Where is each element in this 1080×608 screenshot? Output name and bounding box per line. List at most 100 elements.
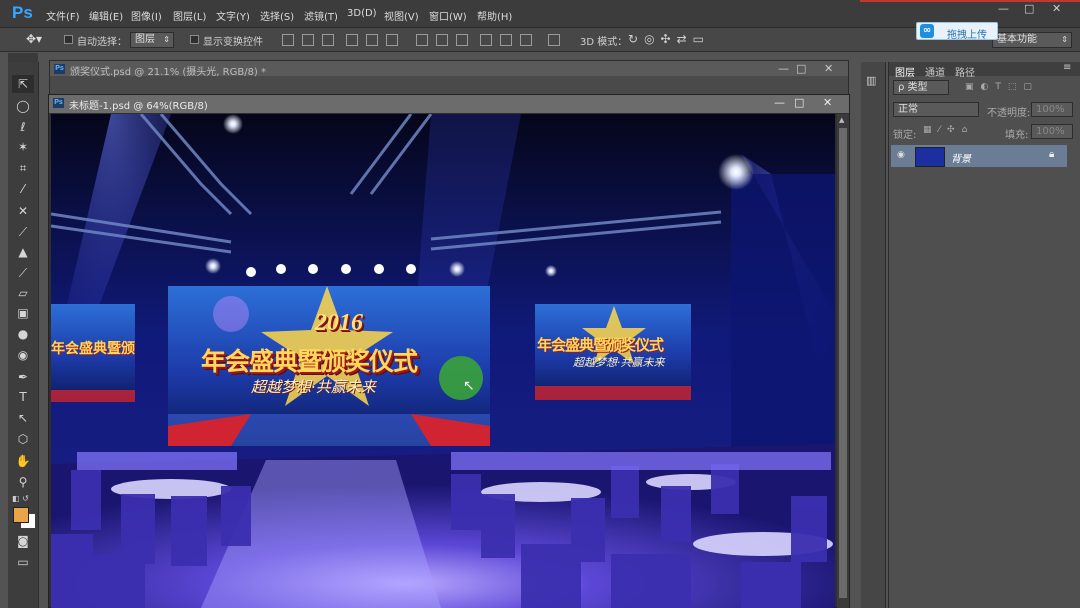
scrollbar-thumb[interactable] [839,128,847,598]
3d-rotate-icon[interactable]: ↻ [628,32,644,46]
menu-edit[interactable]: 编辑(E) [89,8,123,23]
path-selection-tool-icon[interactable]: ↖ [12,409,34,427]
align-right-icon[interactable] [386,34,398,46]
zoom-tool-icon[interactable]: ⚲ [12,473,34,491]
opacity-field[interactable]: 100% [1031,102,1073,117]
menu-view[interactable]: 视图(V) [384,8,419,23]
menu-layer[interactable]: 图层(L) [173,8,206,23]
doc1-minimize-button[interactable]: — [778,62,789,75]
photoshop-logo: Ps [12,3,33,22]
pen-tool-icon[interactable]: ✒ [12,368,34,386]
lock-all-icon[interactable]: ⌂ [962,125,975,135]
align-left-icon[interactable] [346,34,358,46]
app-minimize-button[interactable]: — [998,2,1009,15]
move-tool-icon[interactable]: ⇱ [12,75,34,93]
lasso-tool-icon[interactable]: ℓ [12,118,34,136]
hand-tool-icon[interactable]: ✋ [12,452,34,470]
auto-select-target-dropdown[interactable]: 图层 ⇕ [130,32,174,48]
canvas-stage-image[interactable]: 2016 年会盛典暨颁奖仪式 超越梦想·共赢未来 年会盛典暨颁奖仪式 年会盛典暨… [51,114,835,608]
brush-tool-icon[interactable]: ⟋ [12,223,34,241]
document-tab-bar[interactable]: Ps 颁奖仪式.psd @ 21.1% (摄头光, RGB/8) * — □ ✕ [50,61,848,78]
show-transform-checkbox[interactable] [190,35,199,44]
lock-position-icon[interactable]: ✣ [947,125,962,135]
menu-window[interactable]: 窗口(W) [429,8,467,23]
auto-select-checkbox[interactable] [64,35,73,44]
auto-align-icon[interactable] [548,34,560,46]
marquee-tool-icon[interactable]: ◯ [12,97,34,115]
gradient-tool-icon[interactable]: ▣ [12,304,34,322]
align-vcenter-icon[interactable] [302,34,314,46]
history-brush-tool-icon[interactable]: ⟋ [12,264,34,282]
menu-filter[interactable]: 滤镜(T) [304,8,338,23]
align-bottom-icon[interactable] [322,34,334,46]
distribute-right-icon[interactable] [520,34,532,46]
default-colors-icon[interactable]: ◧ ↺ [12,494,29,503]
lock-transparent-icon[interactable]: ▦ [923,125,939,135]
3d-scale-icon[interactable]: ▭ [693,32,710,46]
crop-tool-icon[interactable]: ⌗ [12,159,34,177]
align-hcenter-icon[interactable] [366,34,378,46]
doc1-maximize-button[interactable]: □ [796,62,806,75]
tab-paths[interactable]: 路径 [955,64,975,79]
shape-tool-icon[interactable]: ⬡ [12,430,34,448]
document-tab-bar[interactable]: Ps 未标题-1.psd @ 64%(RGB/8) — □ ✕ [49,95,849,113]
menu-3d[interactable]: 3D(D) [347,8,377,19]
vertical-scrollbar[interactable]: ▲ [837,114,849,608]
layer-filter-label: ρ 类型 [898,82,928,93]
app-maximize-button[interactable]: □ [1024,2,1034,15]
app-close-button[interactable]: ✕ [1052,2,1061,15]
filter-shape-icon[interactable]: ⬚ [1008,82,1024,92]
eraser-tool-icon[interactable]: ▱ [12,284,34,302]
distribute-vcenter-icon[interactable] [436,34,448,46]
healing-brush-tool-icon[interactable]: ✕ [12,202,34,220]
distribute-top-icon[interactable] [416,34,428,46]
filter-adjustment-icon[interactable]: ◐ [981,82,996,92]
dodge-tool-icon[interactable]: ◉ [12,346,34,364]
type-tool-icon[interactable]: T [12,388,34,406]
scroll-up-icon[interactable]: ▲ [839,116,844,124]
magic-wand-tool-icon[interactable]: ✶ [12,138,34,156]
toolbar-collapse-handle[interactable] [8,53,38,62]
doc2-minimize-button[interactable]: — [774,96,785,109]
menu-select[interactable]: 选择(S) [260,8,294,23]
dropdown-arrows-icon: ⇕ [163,35,170,44]
distribute-left-icon[interactable] [480,34,492,46]
3d-slide-icon[interactable]: ⇄ [677,32,693,46]
fill-field[interactable]: 100% [1031,124,1073,139]
layer-visibility-eye-icon[interactable]: ◉ [897,150,905,160]
blur-tool-icon[interactable]: ● [12,325,34,343]
distribute-bottom-icon[interactable] [456,34,468,46]
foreground-color-swatch[interactable] [13,507,29,523]
menu-image[interactable]: 图像(I) [131,8,162,23]
filter-pixel-icon[interactable]: ▣ [965,82,981,92]
quick-mask-icon[interactable]: ◙ [12,532,34,550]
doc1-close-button[interactable]: ✕ [824,62,833,75]
menu-type[interactable]: 文字(Y) [216,8,250,23]
doc2-close-button[interactable]: ✕ [823,96,832,109]
tab-layers[interactable]: 图层 [895,64,915,79]
layer-filter-dropdown[interactable]: ρ 类型 [893,80,949,95]
align-top-icon[interactable] [282,34,294,46]
distribute-hcenter-icon[interactable] [500,34,512,46]
workspace-dropdown-arrow-icon: ⇕ [1061,35,1068,44]
drag-upload-button[interactable]: ∞ 拖拽上传 [916,22,998,41]
3d-roll-icon[interactable]: ◎ [644,32,660,46]
tab-channels[interactable]: 通道 [925,64,945,79]
lock-image-icon[interactable]: ⁄ [939,125,948,135]
blend-mode-dropdown[interactable]: 正常 [893,102,979,117]
screen-mode-icon[interactable]: ▭ [12,553,34,571]
layer-row-background[interactable]: ◉ 背景 🔒︎ [891,145,1067,167]
workspace-dropdown[interactable]: 基本功能 ⇕ [992,32,1072,48]
doc2-maximize-button[interactable]: □ [794,96,804,109]
filter-smart-icon[interactable]: ▢ [1023,82,1039,92]
eyedropper-tool-icon[interactable]: ⁄ [12,180,34,198]
clone-stamp-tool-icon[interactable]: ▲ [12,243,34,261]
filter-type-icon[interactable]: T [995,82,1008,92]
panel-menu-icon[interactable]: ≡ [1063,62,1071,73]
3d-drag-icon[interactable]: ✣ [661,32,677,46]
move-tool-preset-icon[interactable]: ✥▾ [26,32,42,46]
auto-select-target-value: 图层 [135,34,155,45]
menu-help[interactable]: 帮助(H) [477,8,512,23]
history-panel-icon[interactable]: ▥ [866,74,880,88]
menu-file[interactable]: 文件(F) [46,8,80,23]
